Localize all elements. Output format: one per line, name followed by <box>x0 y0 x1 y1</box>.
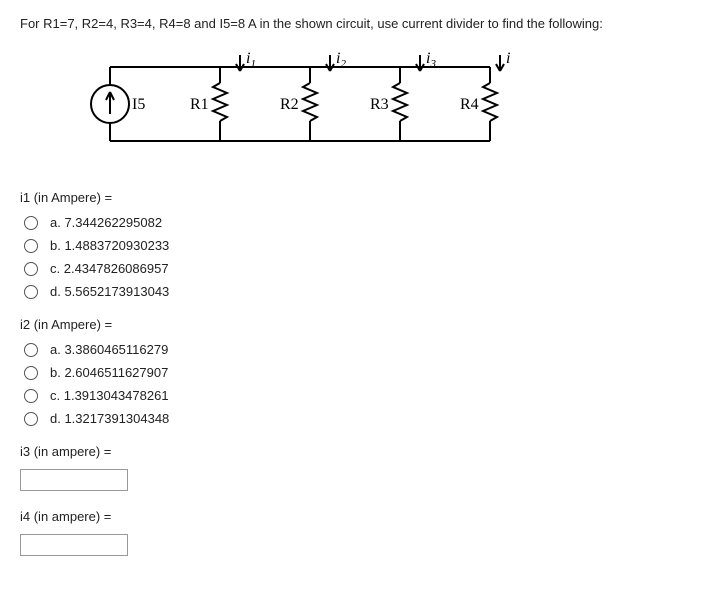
q1-option-c[interactable]: c. 2.4347826086957 <box>24 261 687 276</box>
source-label: I5 <box>132 96 145 113</box>
q1-label: i1 (in Ampere) = <box>20 190 687 205</box>
q2-option-b-text: b. 2.6046511627907 <box>50 365 168 380</box>
r2-label: R2 <box>280 96 299 113</box>
r1-label: R1 <box>190 96 209 113</box>
q2-option-d[interactable]: d. 1.3217391304348 <box>24 411 687 426</box>
radio-icon <box>24 216 38 230</box>
q2-option-d-text: d. 1.3217391304348 <box>50 411 169 426</box>
r3-label: R3 <box>370 96 389 113</box>
radio-icon <box>24 262 38 276</box>
radio-icon <box>24 366 38 380</box>
q2-option-c[interactable]: c. 1.3913043478261 <box>24 388 687 403</box>
q1-option-b[interactable]: b. 1.4883720930233 <box>24 238 687 253</box>
radio-icon <box>24 389 38 403</box>
q2-option-a-text: a. 3.3860465116279 <box>50 342 168 357</box>
q4-input[interactable] <box>20 534 128 556</box>
radio-icon <box>24 239 38 253</box>
q2-block: i2 (in Ampere) = a. 3.3860465116279 b. 2… <box>20 317 687 426</box>
radio-icon <box>24 343 38 357</box>
q3-block: i3 (in ampere) = <box>20 444 687 491</box>
q2-option-a[interactable]: a. 3.3860465116279 <box>24 342 687 357</box>
q4-block: i4 (in ampere) = <box>20 509 687 556</box>
q1-block: i1 (in Ampere) = a. 7.344262295082 b. 1.… <box>20 190 687 299</box>
q1-option-d-text: d. 5.5652173913043 <box>50 284 169 299</box>
svg-text:i4: i4 <box>506 50 510 70</box>
q3-label: i3 (in ampere) = <box>20 444 687 459</box>
r4-label: R4 <box>460 96 479 113</box>
q2-option-b[interactable]: b. 2.6046511627907 <box>24 365 687 380</box>
q2-label: i2 (in Ampere) = <box>20 317 687 332</box>
q1-option-a-text: a. 7.344262295082 <box>50 215 162 230</box>
radio-icon <box>24 412 38 426</box>
q3-input[interactable] <box>20 469 128 491</box>
q1-option-b-text: b. 1.4883720930233 <box>50 238 169 253</box>
q2-option-c-text: c. 1.3913043478261 <box>50 388 169 403</box>
q1-option-a[interactable]: a. 7.344262295082 <box>24 215 687 230</box>
problem-prompt: For R1=7, R2=4, R3=4, R4=8 and I5=8 A in… <box>20 16 687 31</box>
q4-label: i4 (in ampere) = <box>20 509 687 524</box>
q1-option-c-text: c. 2.4347826086957 <box>50 261 169 276</box>
radio-icon <box>24 285 38 299</box>
circuit-diagram: I5 R1 R2 R3 R4 i1 i2 i3 i4 <box>90 49 687 162</box>
q1-option-d[interactable]: d. 5.5652173913043 <box>24 284 687 299</box>
